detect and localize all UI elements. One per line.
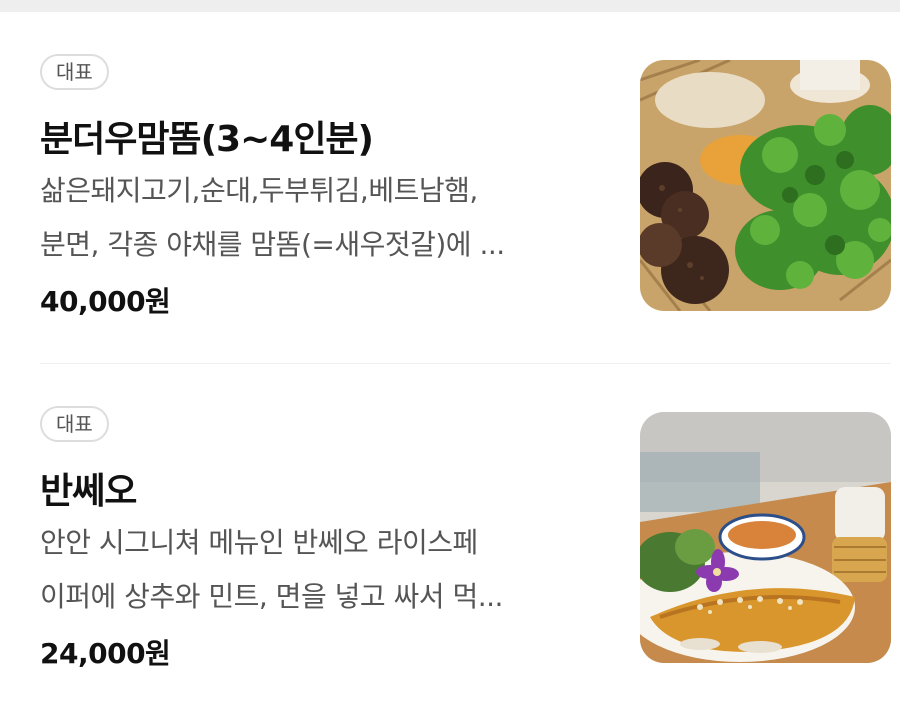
- menu-item-photo[interactable]: [640, 60, 891, 311]
- menu-item-description-line: 이퍼에 상추와 민트, 면을 넣고 싸서 먹...: [40, 580, 503, 613]
- menu-item-photo[interactable]: [640, 412, 891, 663]
- menu-item-title: 분더우맘똠(3~4인분): [40, 119, 374, 160]
- menu-item-price: 24,000원: [40, 637, 171, 670]
- menu-item-title: 반쎄오: [40, 471, 137, 512]
- menu-item-description-line: 분면, 각종 야채를 맘똠(=새우젓갈)에 ...: [40, 228, 505, 261]
- menu-item-price: 40,000원: [40, 285, 171, 318]
- menu-item-description: 안안 시그니쳐 메뉴인 반쎄오 라이스페 이퍼에 상추와 민트, 면을 넣고 싸…: [40, 516, 600, 624]
- menu-item[interactable]: 대표 반쎄오 안안 시그니쳐 메뉴인 반쎄오 라이스페 이퍼에 상추와 민트, …: [0, 364, 900, 711]
- menu-item-description-line: 삶은돼지고기,순대,두부튀김,베트남햄,: [40, 174, 478, 207]
- signature-badge: 대표: [40, 54, 109, 90]
- top-separator-bar: [0, 0, 900, 12]
- signature-badge: 대표: [40, 406, 109, 442]
- banh-xeo-photo: [640, 412, 891, 663]
- menu-item-description-line: 안안 시그니쳐 메뉴인 반쎄오 라이스페: [40, 526, 478, 559]
- bun-dau-mam-tom-platter-photo: [640, 60, 891, 311]
- menu-item-description: 삶은돼지고기,순대,두부튀김,베트남햄, 분면, 각종 야채를 맘똠(=새우젓갈…: [40, 164, 600, 272]
- menu-item[interactable]: 대표 분더우맘똠(3~4인분) 삶은돼지고기,순대,두부튀김,베트남햄, 분면,…: [0, 12, 900, 364]
